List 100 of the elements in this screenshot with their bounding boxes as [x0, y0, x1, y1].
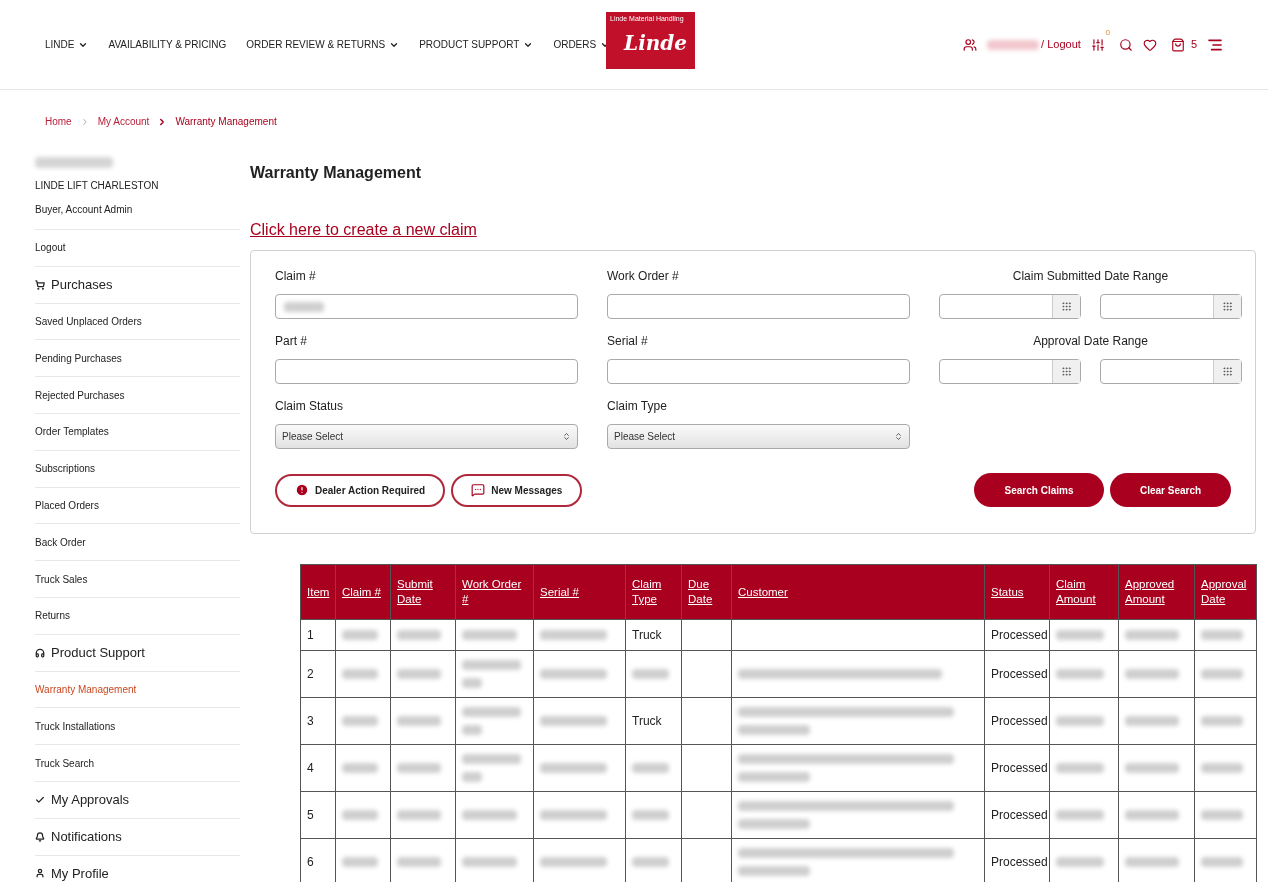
- filter-button[interactable]: Dealer Action Required: [275, 473, 446, 507]
- heart-icon[interactable]: [1142, 37, 1157, 52]
- column-header[interactable]: Work Order #: [455, 564, 534, 620]
- table-cell: Processed: [991, 714, 1048, 728]
- date-field[interactable]: [939, 359, 1081, 384]
- field-label: Part #: [275, 333, 308, 350]
- blurred-text: [1201, 716, 1243, 726]
- column-header[interactable]: Submit Date: [390, 564, 456, 620]
- sidebar-item[interactable]: Placed Orders: [35, 497, 99, 513]
- blurred-text: [540, 857, 608, 867]
- column-header[interactable]: Claim Amount: [1049, 564, 1119, 620]
- date-field[interactable]: [1100, 359, 1242, 384]
- blurred-text: [738, 819, 810, 829]
- sidebar-heading[interactable]: Product Support: [35, 642, 145, 663]
- column-header[interactable]: Approval Date: [1194, 564, 1257, 620]
- table-cell: 2: [307, 667, 314, 681]
- table-cell: Truck: [632, 714, 662, 728]
- sidebar-heading[interactable]: My Profile: [35, 863, 109, 882]
- blurred-text: [462, 630, 518, 640]
- table-cell: Processed: [991, 808, 1048, 822]
- part-field[interactable]: [275, 359, 578, 384]
- breadcrumb-link[interactable]: Home: [45, 114, 72, 129]
- breadcrumb-link[interactable]: My Account: [97, 114, 150, 129]
- date-field[interactable]: [939, 294, 1081, 319]
- action-button[interactable]: Clear Search: [1110, 473, 1231, 507]
- breadcrumb-link[interactable]: Warranty Management: [175, 114, 277, 129]
- blurred-text: [462, 754, 521, 764]
- work-order-field[interactable]: [607, 294, 910, 319]
- claim-field[interactable]: [275, 294, 578, 319]
- date-field[interactable]: [1100, 294, 1242, 319]
- field-label: Claim Status: [275, 398, 345, 415]
- blurred-text: [342, 716, 378, 726]
- blurred-text: [632, 669, 669, 679]
- filter-button[interactable]: New Messages: [451, 473, 583, 507]
- table-cell: Processed: [991, 855, 1048, 869]
- sidebar-item[interactable]: Pending Purchases: [35, 350, 122, 366]
- table-cell: 4: [307, 761, 314, 775]
- nav-menu-item[interactable]: PRODUCT SUPPORT: [419, 37, 534, 52]
- sidebar-item[interactable]: Logout: [35, 240, 66, 256]
- calendar-icon: [1061, 301, 1072, 312]
- sidebar-item[interactable]: Saved Unplaced Orders: [35, 314, 142, 329]
- column-header[interactable]: Serial #: [533, 564, 626, 620]
- create-claim-link[interactable]: Click here to create a new claim: [250, 218, 477, 242]
- message-icon: [471, 483, 486, 497]
- sidebar-heading[interactable]: Purchases: [35, 274, 113, 295]
- nav-menu-item[interactable]: LINDE: [45, 37, 89, 52]
- column-header[interactable]: Customer: [731, 564, 985, 620]
- blurred-text: [462, 660, 521, 670]
- column-header[interactable]: Claim Type: [625, 564, 682, 620]
- cart-icon: [35, 279, 45, 290]
- blurred-text: [342, 630, 378, 640]
- nav-menu-item[interactable]: ORDER REVIEW & RETURNS: [246, 37, 400, 52]
- blurred-text: [738, 866, 810, 876]
- column-header[interactable]: Item: [300, 564, 336, 620]
- field-label: Work Order #: [607, 268, 680, 285]
- select-dropdown[interactable]: Please Select: [607, 424, 910, 449]
- column-header[interactable]: Due Date: [681, 564, 732, 620]
- blurred-text: [397, 630, 442, 640]
- select-dropdown[interactable]: Please Select: [275, 424, 578, 449]
- column-header[interactable]: Claim #: [335, 564, 391, 620]
- blurred-text: [1201, 630, 1243, 640]
- sidebar-heading[interactable]: Notifications: [35, 826, 122, 847]
- nav-menu-item[interactable]: AVAILABILITY & PRICING: [108, 37, 227, 52]
- check-icon: [35, 794, 45, 805]
- field-label: Claim Type: [607, 398, 668, 415]
- blurred-text: [342, 763, 378, 773]
- blurred-text: [462, 678, 482, 688]
- sidebar-item[interactable]: Rejected Purchases: [35, 387, 125, 403]
- logout-link[interactable]: / Logout: [1041, 36, 1081, 53]
- blurred-text: [462, 772, 482, 782]
- sidebar-heading[interactable]: My Approvals: [35, 790, 130, 810]
- column-header[interactable]: Status: [984, 564, 1050, 620]
- alert-icon: [295, 483, 309, 497]
- blurred-text: [1201, 810, 1243, 820]
- headset-icon: [35, 647, 45, 658]
- sliders-icon: [1090, 37, 1105, 52]
- column-header[interactable]: Approved Amount: [1118, 564, 1195, 620]
- sidebar-item[interactable]: Order Templates: [35, 424, 109, 440]
- page-title: Warranty Management: [250, 163, 422, 183]
- blurred-text: [397, 857, 442, 867]
- blurred-text: [397, 810, 442, 820]
- table-cell: Truck: [632, 628, 662, 642]
- sidebar-item[interactable]: Back Order: [35, 534, 86, 550]
- blurred-text: [738, 772, 810, 782]
- blurred-text: [1056, 630, 1104, 640]
- calendar-icon: [1222, 301, 1233, 312]
- blurred-text: [342, 669, 378, 679]
- cart-icon[interactable]: [1170, 37, 1185, 52]
- sidebar-item[interactable]: Truck Search: [35, 755, 95, 771]
- sidebar-item[interactable]: Subscriptions: [35, 461, 96, 477]
- account-icon[interactable]: [963, 37, 978, 52]
- table-cell: Processed: [991, 761, 1048, 775]
- sidebar-item[interactable]: Returns: [35, 608, 70, 624]
- serial-field[interactable]: [607, 359, 910, 384]
- sidebar-item[interactable]: Truck Installations: [35, 718, 116, 734]
- search-icon[interactable]: [1118, 37, 1133, 52]
- action-button[interactable]: Search Claims: [974, 473, 1104, 507]
- blurred-text: [738, 725, 810, 735]
- sidebar-item[interactable]: Truck Sales: [35, 571, 88, 587]
- sidebar-item[interactable]: Warranty Management: [35, 681, 137, 697]
